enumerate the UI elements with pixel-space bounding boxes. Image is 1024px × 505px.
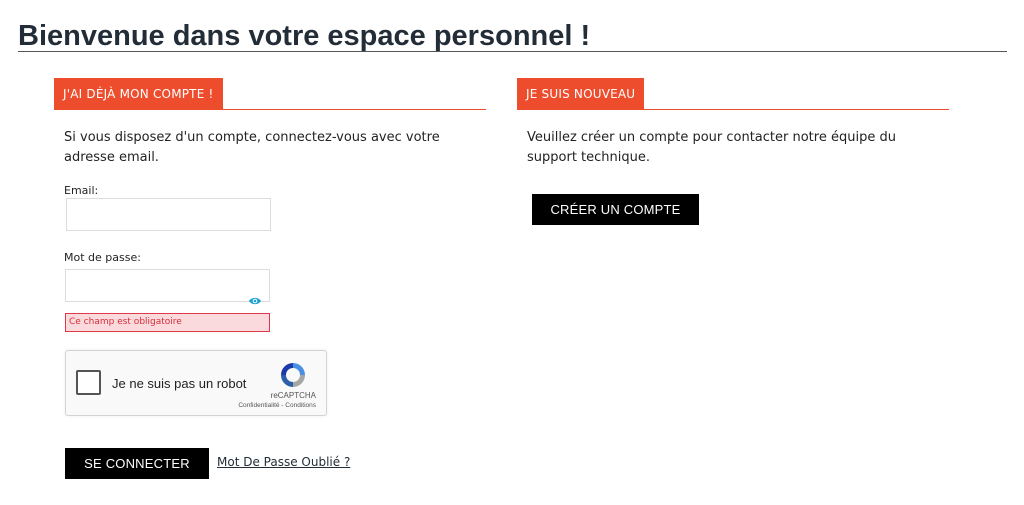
email-field[interactable]	[66, 198, 271, 231]
password-label: Mot de passe:	[64, 251, 141, 264]
page-title: Bienvenue dans votre espace personnel !	[18, 18, 1007, 52]
login-section-title: J'AI DÉJÀ MON COMPTE !	[54, 78, 223, 110]
register-section-title: JE SUIS NOUVEAU	[517, 78, 645, 110]
recaptcha-brand: reCAPTCHA	[270, 391, 316, 400]
recaptcha-links[interactable]: Confidentialité - Conditions	[238, 402, 316, 409]
password-error-message: Ce champ est obligatoire	[65, 313, 270, 332]
login-section: J'AI DÉJÀ MON COMPTE ! Si vous disposez …	[54, 78, 486, 479]
create-account-button[interactable]: CRÉER UN COMPTE	[532, 194, 699, 225]
login-button[interactable]: SE CONNECTER	[65, 448, 209, 479]
register-section: JE SUIS NOUVEAU Veuillez créer un compte…	[517, 78, 949, 225]
register-section-header: JE SUIS NOUVEAU	[517, 78, 949, 110]
login-intro-text: Si vous disposez d'un compte, connectez-…	[64, 130, 440, 165]
recaptcha-widget: Je ne suis pas un robot reCAPTCHA Confid…	[65, 350, 327, 416]
email-label: Email:	[64, 184, 99, 197]
register-intro-text: Veuillez créer un compte pour contacter …	[527, 130, 896, 165]
recaptcha-label: Je ne suis pas un robot	[112, 376, 247, 391]
forgot-password-link[interactable]: Mot De Passe Oublié ?	[217, 455, 350, 469]
password-field[interactable]	[65, 269, 270, 302]
eye-icon[interactable]	[248, 296, 262, 306]
login-section-header: J'AI DÉJÀ MON COMPTE !	[54, 78, 486, 110]
recaptcha-checkbox[interactable]	[76, 370, 101, 395]
recaptcha-logo-icon	[281, 363, 305, 387]
